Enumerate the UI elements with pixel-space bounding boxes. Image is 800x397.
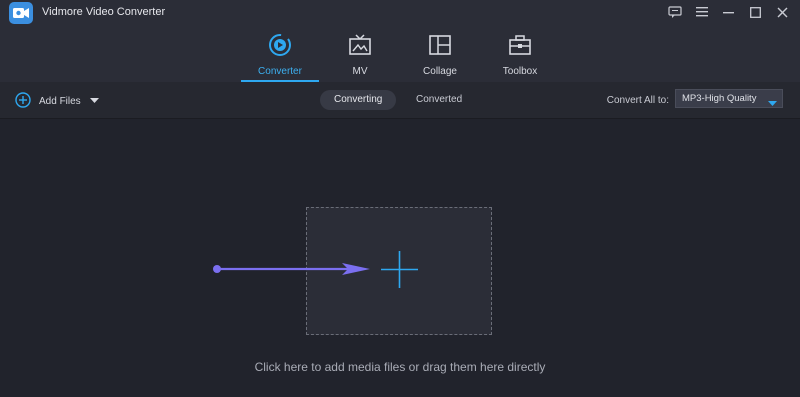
tab-mv-label: MV	[352, 66, 368, 77]
add-files-label: Add Files	[39, 96, 81, 107]
add-files-button[interactable]: Add Files	[15, 92, 99, 111]
feedback-icon[interactable]	[665, 4, 684, 20]
converter-icon	[268, 33, 292, 60]
minimize-icon[interactable]	[719, 4, 738, 20]
tab-collage[interactable]: Collage	[416, 33, 464, 79]
format-select-value: MP3-High Quality	[682, 93, 757, 104]
tab-converter[interactable]: Converter	[258, 33, 302, 79]
tab-converted[interactable]: Converted	[402, 90, 476, 110]
mv-icon	[348, 33, 372, 60]
chevron-down-icon[interactable]	[89, 96, 99, 107]
tab-converting[interactable]: Converting	[320, 90, 397, 110]
collage-icon	[428, 33, 452, 60]
format-select[interactable]: MP3-High Quality	[675, 89, 783, 108]
add-circle-icon	[15, 92, 31, 111]
convert-all-label: Convert All to:	[606, 95, 669, 106]
app-title: Vidmore Video Converter	[42, 6, 166, 18]
tab-converter-label: Converter	[258, 66, 302, 77]
toolbox-icon	[508, 33, 532, 60]
app-logo-icon	[9, 2, 33, 24]
add-media-plus-icon[interactable]	[381, 251, 418, 288]
chevron-down-icon	[768, 96, 777, 113]
title-bar: Vidmore Video Converter Converter MV Col…	[0, 0, 800, 82]
tab-mv[interactable]: MV	[340, 33, 380, 79]
maximize-icon[interactable]	[746, 4, 765, 20]
annotation-arrow-icon	[210, 260, 380, 278]
tab-toolbox-label: Toolbox	[502, 66, 538, 77]
tab-collage-label: Collage	[423, 66, 457, 77]
close-icon[interactable]	[773, 4, 792, 20]
menu-icon[interactable]	[692, 4, 711, 20]
drop-hint-text: Click here to add media files or drag th…	[254, 360, 546, 374]
tab-toolbox[interactable]: Toolbox	[496, 33, 544, 79]
